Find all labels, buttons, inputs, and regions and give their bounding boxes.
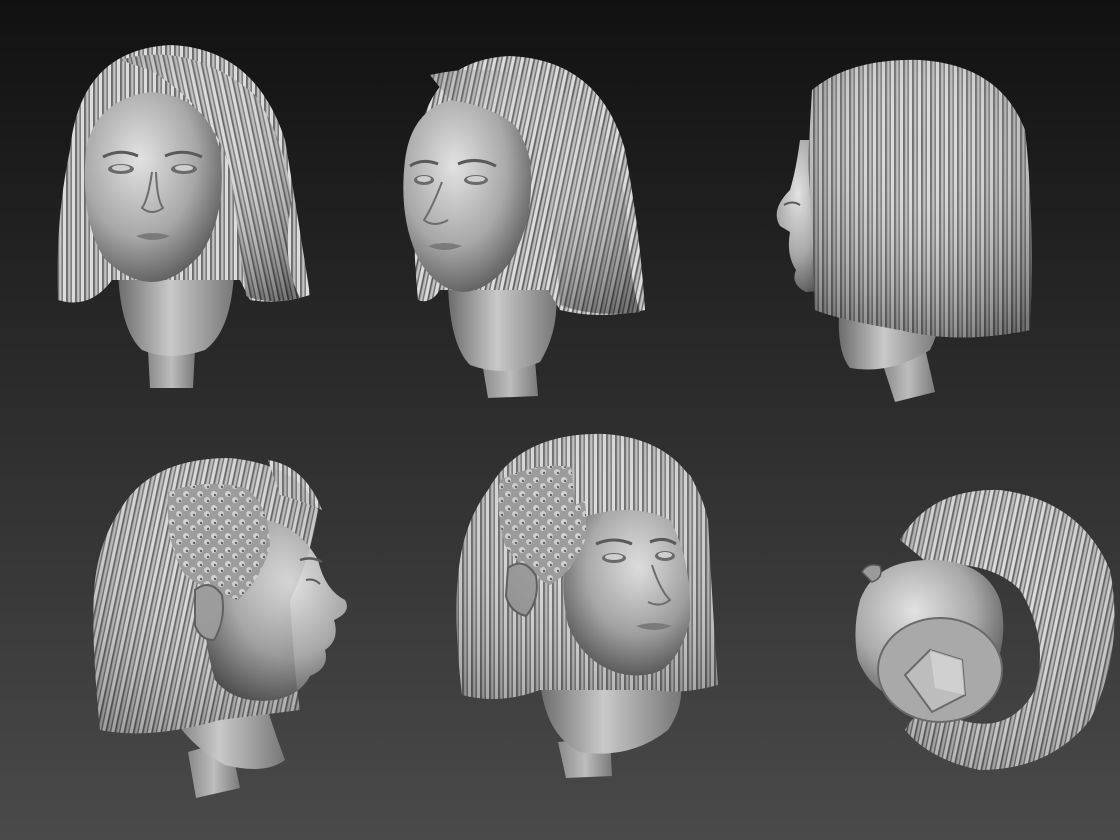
render-canvas xyxy=(0,0,1120,840)
sculpt-render-viewport xyxy=(0,0,1120,840)
hair-shadow xyxy=(808,59,1032,338)
